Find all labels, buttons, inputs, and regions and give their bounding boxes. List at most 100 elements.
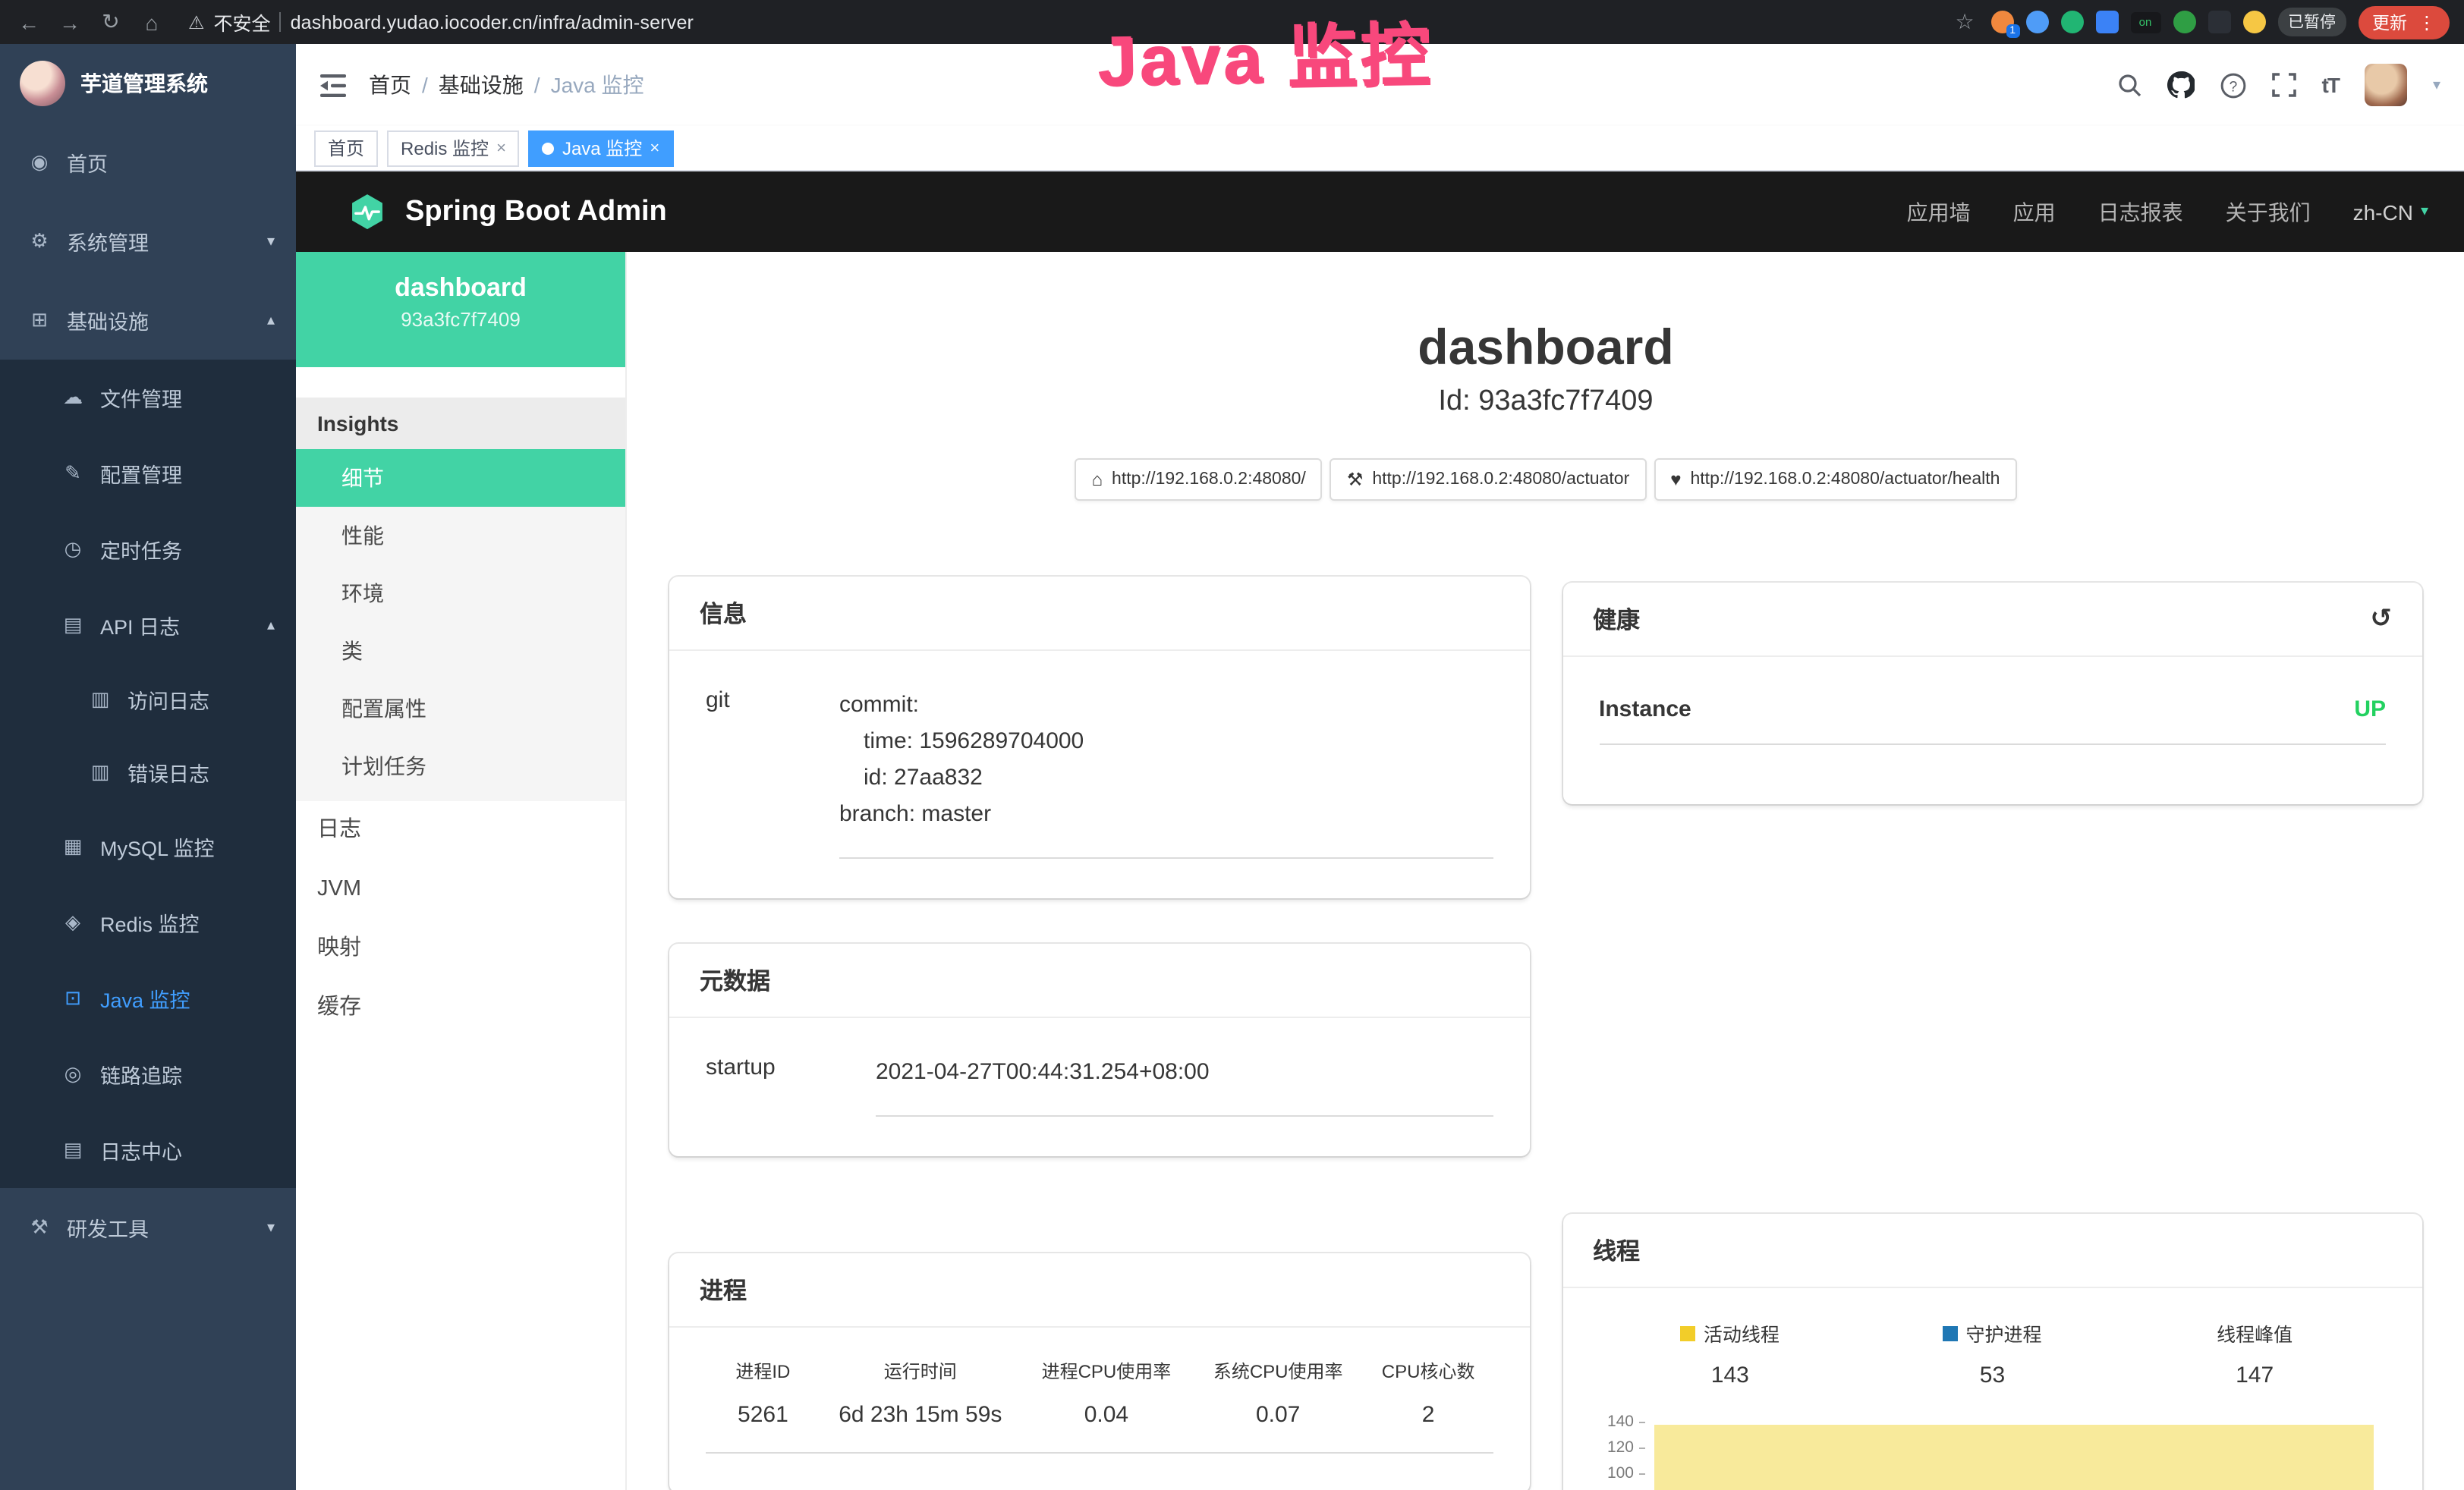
sba-menu-environment[interactable]: 环境 [296,564,625,622]
cloud-icon: ☁ [61,385,85,410]
heart-icon: ♥ [1670,469,1681,490]
sba-brand-title[interactable]: Spring Boot Admin [405,195,667,228]
sba-instance-box[interactable]: dashboard 93a3fc7f7409 [296,252,625,367]
sba-nav-applications[interactable]: 应用 [2013,196,2056,227]
help-icon[interactable]: ? [2220,72,2246,98]
sba-nav-wallboard[interactable]: 应用墙 [1907,196,1971,227]
process-card: 进程 进程ID 运行时间 进程CPU使用率 系统CPU使用率 CPU核心数 52… [669,1253,1529,1490]
reload-icon[interactable]: ↻ [97,9,124,35]
sidebar-item-label: Java 监控 [100,983,190,1014]
sidebar-item-label: 系统管理 [67,226,149,256]
sidebar-item-link-tracing[interactable]: ◎ 链路追踪 [0,1036,296,1112]
update-button[interactable]: 更新 ⋮ [2359,5,2450,39]
home-icon[interactable]: ⌂ [138,10,165,34]
sba-menu-logs[interactable]: 日志 [296,801,625,860]
sidebar-item-redis-monitor[interactable]: ◈ Redis 监控 [0,885,296,960]
app-header: 首页 / 基础设施 / Java 监控 ? [296,44,2464,126]
back-icon[interactable]: ← [15,10,42,34]
tab-label: Redis 监控 [401,135,489,161]
link-label: http://192.168.0.2:48080/actuator/health [1691,470,2000,489]
extension-fox-icon[interactable]: 1 [1990,11,2013,33]
info-key-git: git [706,687,839,859]
process-value-uptime: 6d 23h 15m 59s [820,1402,1021,1428]
extension-drop-icon[interactable] [2025,11,2048,33]
sba-nav-about[interactable]: 关于我们 [2226,196,2311,227]
close-icon[interactable]: × [650,139,659,157]
y-tick: 100 [1599,1464,1644,1482]
sidebar-item-error-logs[interactable]: ▥ 错误日志 [0,736,296,809]
actuator-url-link[interactable]: ⚒ http://192.168.0.2:48080/actuator [1330,458,1646,501]
chevron-down-icon: ▾ [2421,203,2428,220]
info-value-git: commit: time: 1596289704000 id: 27aa832 … [839,687,1493,859]
sba-menu-details[interactable]: 细节 [296,449,625,507]
sidebar-item-api-logs[interactable]: ▤ API 日志 ▴ [0,587,296,663]
process-value-pid: 5261 [706,1402,820,1428]
tab-home[interactable]: 首页 [314,130,378,166]
card-title: 线程 [1593,1234,1640,1267]
sba-menu-scheduled-tasks[interactable]: 计划任务 [296,737,625,795]
paused-badge[interactable]: 已暂停 [2277,8,2346,36]
bookmark-star-icon[interactable]: ☆ [1951,9,1978,35]
breadcrumb-home[interactable]: 首页 [369,70,411,100]
browser-chrome: ← → ↻ ⌂ ⚠ 不安全 dashboard.yudao.iocoder.cn… [0,0,2464,44]
git-id-line: id: 27aa832 [839,760,1493,797]
legend-swatch-daemon [1943,1325,1958,1341]
health-status-badge: UP [2354,696,2386,722]
health-url-link[interactable]: ♥ http://192.168.0.2:48080/actuator/heal… [1654,458,2016,501]
sidebar-item-label: 基础设施 [67,305,149,335]
instance-name: dashboard [296,273,625,303]
search-icon[interactable] [2117,73,2141,97]
extension-green-icon[interactable] [2060,11,2083,33]
sba-menu-caches[interactable]: 缓存 [296,979,625,1038]
log-icon: ▥ [88,760,112,784]
sidebar-item-mysql-monitor[interactable]: ▦ MySQL 监控 [0,809,296,885]
history-icon[interactable]: ↺ [2371,604,2393,634]
sidebar-item-config-management[interactable]: ✎ 配置管理 [0,435,296,511]
app-logo[interactable]: 芋道管理系统 [0,44,296,123]
github-icon[interactable] [2167,71,2195,99]
service-url-link[interactable]: ⌂ http://192.168.0.2:48080/ [1075,458,1323,501]
sidebar-item-access-logs[interactable]: ▥ 访问日志 [0,663,296,736]
hamburger-icon[interactable] [320,74,346,96]
breadcrumb-current: Java 监控 [551,70,644,100]
sidebar-item-file-management[interactable]: ☁ 文件管理 [0,360,296,435]
process-value-syscpu: 0.07 [1192,1402,1364,1428]
url-text[interactable]: dashboard.yudao.iocoder.cn/infra/admin-s… [291,11,694,33]
sidebar-item-dev-tools[interactable]: ⚒ 研发工具 ▾ [0,1188,296,1267]
sba-menu-jvm[interactable]: JVM [296,860,625,919]
sba-menu-config-props[interactable]: 配置属性 [296,680,625,737]
metadata-key-startup: startup [706,1055,876,1117]
forward-icon[interactable]: → [56,10,83,34]
sidebar-item-java-monitor[interactable]: ⊡ Java 监控 [0,960,296,1036]
sba-menu-classes[interactable]: 类 [296,622,625,680]
breadcrumb-infra[interactable]: 基础设施 [439,70,524,100]
gear-icon: ⚙ [27,229,52,253]
url-bar[interactable]: ⚠ 不安全 dashboard.yudao.iocoder.cn/infra/a… [188,8,694,36]
extension-switch-icon[interactable]: on [2130,11,2160,33]
close-icon[interactable]: × [496,139,506,157]
browser-menu-icon[interactable]: ⋮ [2418,11,2436,33]
avatar-caret-icon[interactable]: ▾ [2433,77,2440,93]
tab-redis-monitor[interactable]: Redis 监控 × [387,130,520,166]
extension-smiley-icon[interactable] [2242,11,2265,33]
user-avatar[interactable] [2365,64,2407,106]
extension-grid-icon[interactable] [2095,11,2118,33]
sidebar-item-log-center[interactable]: ▤ 日志中心 [0,1112,296,1188]
font-size-icon[interactable]: tT [2322,73,2339,97]
fullscreen-icon[interactable] [2272,73,2296,97]
sidebar-item-scheduled-tasks[interactable]: ◷ 定时任务 [0,511,296,587]
sidebar-item-system-management[interactable]: ⚙ 系统管理 ▾ [0,202,296,281]
sidebar-item-infrastructure[interactable]: ⊞ 基础设施 ▴ [0,281,296,360]
svg-text:?: ? [2229,78,2237,94]
chevron-up-icon: ▴ [267,312,275,328]
sba-menu-mappings[interactable]: 映射 [296,919,625,979]
tab-java-monitor[interactable]: Java 监控 × [529,130,673,166]
legend-value-daemon: 53 [1861,1363,2124,1388]
extension-leaf-icon[interactable] [2173,11,2195,33]
sba-nav-journal[interactable]: 日志报表 [2098,196,2183,227]
sidebar-item-home[interactable]: ◉ 首页 [0,123,296,202]
health-row: Instance UP [1599,696,2386,745]
extension-puzzle-icon[interactable] [2208,11,2230,33]
sba-menu-metrics[interactable]: 性能 [296,507,625,564]
sba-locale-select[interactable]: zh-CN ▾ [2353,200,2428,224]
